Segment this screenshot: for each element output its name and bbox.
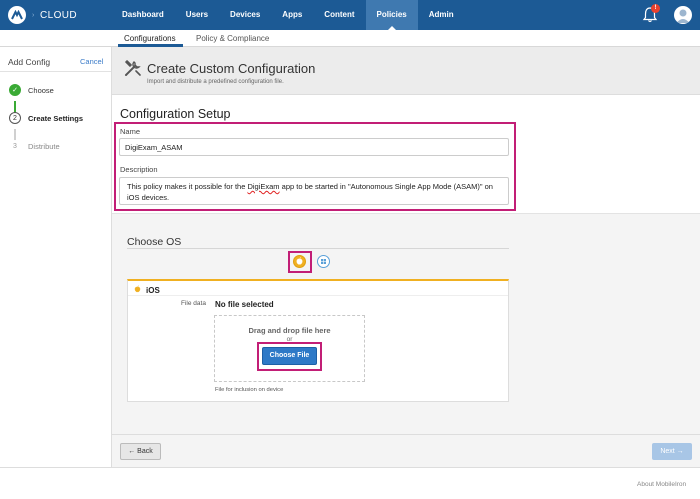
step-1-label[interactable]: Choose xyxy=(28,86,54,95)
file-status: No file selected xyxy=(215,300,274,309)
page-header: Create Custom Configuration Import and d… xyxy=(112,47,700,95)
card-divider xyxy=(128,295,508,296)
choose-file-button[interactable]: Choose File xyxy=(262,347,317,365)
tools-icon xyxy=(125,60,141,76)
windows-os-button[interactable] xyxy=(317,255,330,268)
os-divider xyxy=(127,248,509,249)
step-2-number: 2 xyxy=(9,112,21,124)
back-button[interactable]: ← Back xyxy=(120,443,161,460)
name-label: Name xyxy=(120,127,141,136)
nav-item-dashboard[interactable]: Dashboard xyxy=(111,0,175,30)
description-label: Description xyxy=(120,165,158,174)
next-button[interactable]: Next → xyxy=(652,443,692,460)
brand-name: CLOUD xyxy=(40,10,78,21)
page-subtitle: Import and distribute a predefined confi… xyxy=(147,79,284,85)
panel-divider xyxy=(0,71,111,72)
apple-icon xyxy=(296,257,303,265)
user-avatar-icon[interactable] xyxy=(674,6,692,24)
step-3-number: 3 xyxy=(9,140,21,152)
name-input[interactable]: DigiExam_ASAM xyxy=(119,138,509,156)
tab-configurations[interactable]: Configurations xyxy=(124,34,176,43)
file-hint: File for inclusion on device xyxy=(215,387,284,393)
ios-apple-icon xyxy=(134,285,141,293)
main-nav: Dashboard Users Devices Apps Content Pol… xyxy=(111,0,465,30)
file-data-label: File data xyxy=(181,300,206,307)
configuration-setup-heading: Configuration Setup xyxy=(120,107,231,121)
ios-card-heading: iOS xyxy=(146,286,160,295)
page-title: Create Custom Configuration xyxy=(147,61,316,76)
sub-navbar: Configurations Policy & Compliance xyxy=(0,30,700,47)
mobileiron-logo-icon[interactable] xyxy=(8,6,26,24)
step-1-check-icon: ✓ xyxy=(9,84,21,96)
apple-os-button[interactable] xyxy=(293,255,306,268)
footer-divider xyxy=(112,434,700,435)
windows-icon xyxy=(321,259,326,264)
nav-item-apps[interactable]: Apps xyxy=(271,0,313,30)
description-textarea[interactable]: This policy makes it possible for the Di… xyxy=(119,177,509,205)
bottom-bar xyxy=(0,467,700,499)
nav-item-devices[interactable]: Devices xyxy=(219,0,271,30)
top-navbar: › CLOUD Dashboard Users Devices Apps Con… xyxy=(0,0,700,30)
wizard-title: Add Config xyxy=(8,57,51,67)
choose-os-heading: Choose OS xyxy=(127,236,182,248)
cancel-link[interactable]: Cancel xyxy=(80,57,103,66)
step-2-label[interactable]: Create Settings xyxy=(28,114,83,123)
logo-separator-icon: › xyxy=(32,12,35,19)
about-link[interactable]: About MobileIron xyxy=(637,481,686,488)
nav-item-admin[interactable]: Admin xyxy=(418,0,465,30)
tab-policy-compliance[interactable]: Policy & Compliance xyxy=(196,34,269,43)
nav-item-users[interactable]: Users xyxy=(175,0,219,30)
notification-badge: ! xyxy=(651,4,660,13)
nav-item-policies[interactable]: Policies xyxy=(365,0,418,30)
step-3-label: Distribute xyxy=(28,142,60,151)
dropzone-text: Drag and drop file here xyxy=(248,326,331,335)
wizard-steps-panel: Add Config Cancel ✓ Choose 2 Create Sett… xyxy=(0,47,112,467)
nav-item-content[interactable]: Content xyxy=(313,0,365,30)
description-text-start: This policy makes it possible for the xyxy=(127,182,248,191)
description-text-appname: DigiExam xyxy=(247,182,280,191)
